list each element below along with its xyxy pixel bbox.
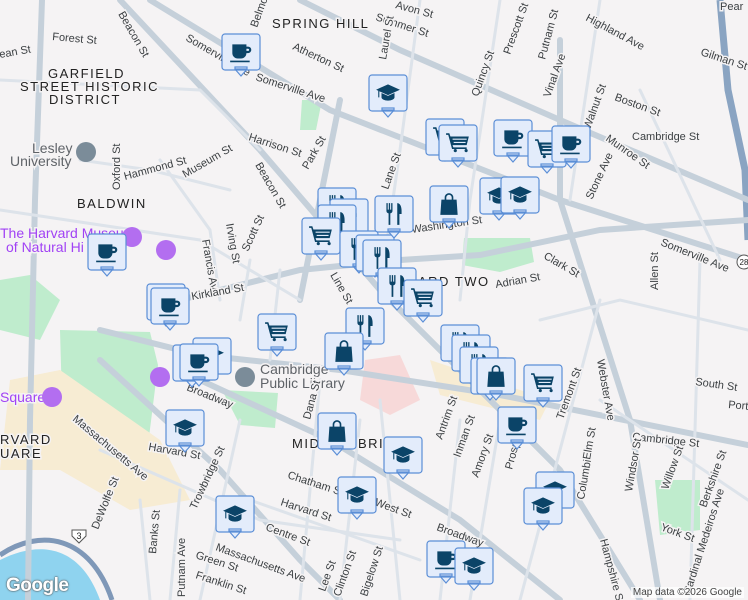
street-label: Pear	[720, 1, 744, 13]
marker-shopping[interactable]	[438, 124, 478, 168]
neighborhood-label: BALDWIN	[77, 196, 147, 211]
marker-education[interactable]	[500, 176, 540, 220]
museum-icon[interactable]	[156, 240, 176, 260]
marker-bag[interactable]	[317, 412, 357, 456]
neighborhood-label: RVARD	[0, 432, 52, 447]
street-label: Chatham St	[286, 469, 345, 498]
marker-cafe[interactable]	[493, 119, 533, 163]
street-label: Beacon St	[252, 161, 288, 211]
poi-label[interactable]: Square	[0, 388, 47, 407]
neighborhood-label: UARE	[0, 446, 42, 461]
street-label: Cambridge St	[632, 131, 699, 143]
marker-education[interactable]	[368, 74, 408, 118]
marker-shopping[interactable]	[257, 313, 297, 357]
street-label: Putnam Ave	[176, 538, 188, 597]
marker-education[interactable]	[165, 409, 205, 453]
marker-education[interactable]	[454, 547, 494, 591]
marker-shopping[interactable]	[523, 364, 563, 408]
neighborhood-label: BRI	[358, 436, 384, 451]
marker-bag[interactable]	[429, 185, 469, 229]
route-number: 3	[76, 531, 81, 541]
street-label: Museum St	[181, 142, 235, 180]
street-label: Adrian St	[494, 271, 541, 291]
marker-cafe[interactable]	[87, 233, 127, 277]
street-label: South St	[695, 376, 738, 394]
marker-education[interactable]	[523, 487, 563, 531]
marker-cafe[interactable]	[221, 33, 261, 77]
street-label: Irving St	[223, 222, 242, 264]
street-label: Boston St	[613, 92, 662, 120]
street-label: Inman St	[452, 414, 478, 459]
street-label: Clinton St	[332, 549, 360, 598]
street-label: Hammond St	[123, 155, 188, 183]
marker-cafe[interactable]	[497, 406, 537, 450]
hospital-area	[360, 355, 420, 415]
neighborhood-label: DISTRICT	[49, 92, 121, 107]
street-label: Line St	[327, 271, 355, 307]
poi-label[interactable]: of Natural Hi	[5, 238, 86, 257]
street-label: Somerville Ave	[254, 71, 327, 105]
street-label: Scott St	[240, 213, 267, 253]
route-shield-3: 3	[71, 529, 87, 544]
marker-shopping[interactable]	[403, 279, 443, 323]
street-label: Oxford St	[111, 144, 123, 190]
marker-shopping[interactable]	[301, 217, 341, 261]
map-canvas[interactable]: SPRING HILL GARFIELD STREET HISTORIC DIS…	[0, 0, 748, 600]
street-label: Antrim St	[434, 394, 461, 441]
camera-icon[interactable]	[42, 387, 62, 407]
google-logo: Google	[6, 575, 69, 596]
marker-cafe[interactable]	[551, 125, 591, 169]
route-shield-28: 28	[736, 254, 748, 270]
marker-bag[interactable]	[324, 332, 364, 376]
street-label: Forest St	[52, 31, 98, 47]
street-label: Belmont	[249, 0, 274, 29]
street-label: Port	[728, 399, 748, 413]
street-label: Bigelow St	[358, 545, 385, 598]
highway-mcgrath	[716, 0, 748, 241]
marker-education[interactable]	[337, 476, 377, 520]
street-label: Atherton St	[291, 41, 346, 75]
marker-education[interactable]	[383, 436, 423, 480]
museum-icon[interactable]	[150, 367, 170, 387]
marker-bag[interactable]	[476, 357, 516, 401]
poi-label[interactable]: University	[9, 152, 73, 171]
street-label: Banks St	[147, 509, 163, 554]
marker-cafe[interactable]	[179, 343, 219, 387]
neighborhood-label: MID	[292, 436, 320, 451]
university-icon[interactable]	[76, 142, 96, 162]
marker-cafe[interactable]	[150, 287, 190, 331]
marker-restaurant[interactable]	[374, 195, 414, 239]
street-label: Avon St	[394, 0, 434, 21]
street-label: Prescott St	[502, 1, 532, 56]
route-number: 28	[740, 258, 748, 267]
street-label: ean St	[0, 44, 32, 61]
marker-education[interactable]	[215, 495, 255, 539]
map-credit[interactable]: Map data ©2026 Google	[630, 587, 744, 598]
street-label: Lane St	[380, 151, 404, 191]
street-label: Allen St	[649, 252, 661, 290]
neighborhood-label: SPRING HILL	[272, 16, 369, 31]
library-icon[interactable]	[235, 367, 255, 387]
poi-label[interactable]: Public Library	[259, 374, 347, 393]
